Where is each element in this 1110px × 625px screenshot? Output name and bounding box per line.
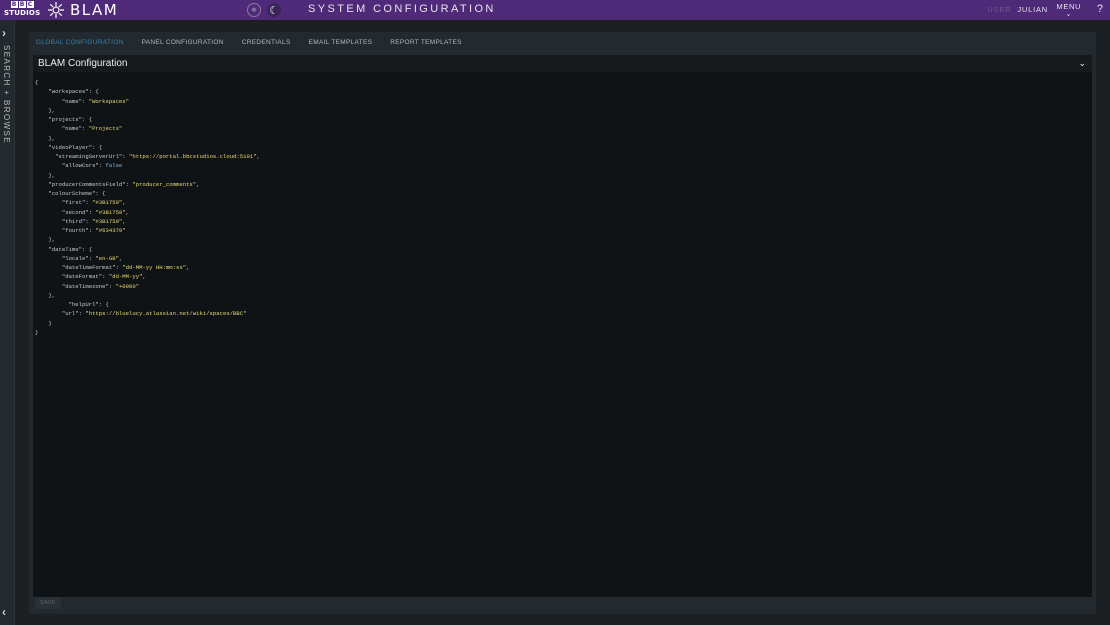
code-line: "url": "https://bluelucy.atlassian.net/w… [35,310,247,318]
code-line: { [35,79,39,86]
bbc-logo-letter: B [18,1,26,8]
code-line: "videoPlayer": { [35,143,103,151]
app-name: BLAM [70,1,119,19]
user-info[interactable]: USER JULIAN [987,5,1048,14]
code-line: "producerCommentsField": "producer_comme… [35,180,200,188]
tab-email-templates[interactable]: EMAIL TEMPLATES [300,32,382,53]
code-line: "second": "#3B1759", [35,208,130,216]
blam-configuration-section: BLAM Configuration ⌄ { "workspaces": { "… [33,55,1092,597]
code-line: "allowCors": false [35,162,123,170]
code-line: "name": "Projects" [35,125,123,133]
code-line: }, [35,236,56,244]
user-label: USER [987,5,1012,14]
chevron-down-icon: ⌄ [1065,11,1072,18]
code-line: "workspaces": { [35,88,99,96]
code-line: }, [35,171,56,179]
user-name: JULIAN [1017,5,1048,14]
code-line: "dateTimeFormat": "dd-MM-yy HH:mm:ss", [35,264,190,271]
help-icon[interactable]: ? [1097,3,1103,15]
code-line: "locale": "en-GB", [35,254,123,262]
search-browse-toggle[interactable]: SEARCH + BROWSE [2,45,11,144]
code-line: "projects": { [35,116,93,123]
moon-icon[interactable]: ☾ [267,3,281,17]
section-title: BLAM Configuration [38,58,128,69]
code-line: "dateTimezone": "+0000" [35,282,140,290]
code-line: "name": "Workspaces" [35,97,130,105]
bbc-studios-logo: B B C STUDIOS [4,1,40,19]
code-line: } [35,328,39,336]
menu-label: MENU [1056,2,1081,11]
json-editor[interactable]: { "workspaces": { "name": "Workspaces" }… [33,75,1092,587]
code-line: "dateTime": { [35,245,93,253]
code-line: "streamingServerUrl": "https://portal.bb… [35,153,260,160]
chevron-down-icon[interactable]: ⌄ [1078,58,1086,69]
main-panel: GLOBAL CONFIGURATION PANEL CONFIGURATION… [29,32,1096,614]
config-tabs: GLOBAL CONFIGURATION PANEL CONFIGURATION… [29,32,471,53]
code-line: }, [35,134,56,142]
code-line: "fourth": "#634379" [35,227,126,234]
code-line: "dateFormat": "dd-MM-yy", [35,273,146,281]
code-line: "colourScheme": { [35,190,106,197]
blam-logo[interactable]: BLAM [47,1,118,19]
code-line: }, [35,291,56,299]
page-title: SYSTEM CONFIGURATION [308,3,496,15]
code-line: } [35,319,52,327]
top-bar: B B C STUDIOS BLAM ✷ ☾ SYSTEM CONFIGURAT… [0,0,1110,20]
section-header[interactable]: BLAM Configuration ⌄ [33,55,1092,72]
tab-credentials[interactable]: CREDENTIALS [233,32,300,53]
sun-icon[interactable]: ✷ [247,3,261,17]
theme-toggle[interactable]: ✷ ☾ [247,3,281,17]
code-line: "third": "#3B1759", [35,217,126,225]
chevron-left-icon[interactable]: ‹ [2,605,6,619]
save-button[interactable]: SAVE [35,597,61,609]
code-line: "first": "#3B1759", [35,199,126,207]
bbc-studios-label: STUDIOS [4,9,41,17]
left-rail: › SEARCH + BROWSE ‹ [0,20,15,625]
tab-panel-configuration[interactable]: PANEL CONFIGURATION [133,32,233,53]
bbc-logo-letter: C [26,1,34,8]
tab-global-configuration[interactable]: GLOBAL CONFIGURATION [29,32,133,53]
bbc-logo-letter: B [10,1,18,8]
tab-report-templates[interactable]: REPORT TEMPLATES [381,32,471,53]
code-line: }, [35,106,56,114]
code-line: "helpUrl": { [35,301,109,308]
menu-button[interactable]: MENU ⌄ [1057,3,1081,19]
blam-logo-icon [48,2,64,18]
chevron-right-icon[interactable]: › [2,26,6,40]
